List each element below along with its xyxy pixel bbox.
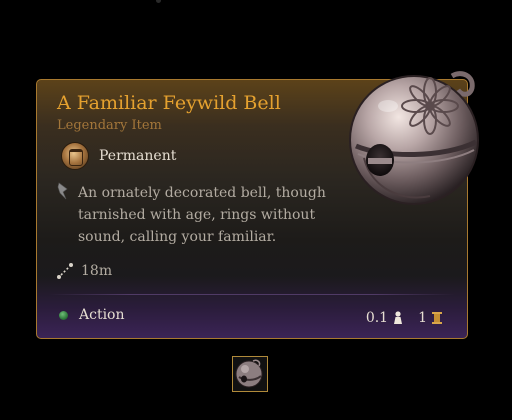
- action-label: Action: [79, 307, 125, 323]
- equipped-item-slot[interactable]: [232, 356, 268, 392]
- duration-row: Permanent: [61, 142, 176, 170]
- footer-divider: [49, 294, 455, 295]
- action-resource-icon: [59, 310, 68, 320]
- weight-icon: [394, 311, 403, 324]
- range-row: 18m: [55, 261, 112, 281]
- weight-value: 0.1: [365, 310, 389, 326]
- range-icon: [57, 263, 73, 279]
- quill-icon: [57, 182, 68, 200]
- equipped-item-slot-icon: [235, 359, 263, 388]
- range-value: 18m: [81, 263, 113, 279]
- item-rarity: Legendary Item: [57, 118, 162, 133]
- item-stats: 0.1 1: [366, 308, 443, 328]
- gold-coin-icon: [432, 312, 442, 324]
- action-row: Action: [59, 305, 125, 325]
- game-screen: A Familiar Feywild Bell Legendary Item P…: [0, 0, 512, 420]
- item-name: A Familiar Feywild Bell: [57, 92, 281, 114]
- cursor-hint: [156, 0, 161, 3]
- duration-label: Permanent: [99, 148, 177, 164]
- item-description: An ornately decorated bell, though tarni…: [78, 185, 326, 245]
- permanent-effect-icon: [61, 142, 89, 170]
- bell-item-icon: [349, 71, 479, 205]
- gold-value: 1: [418, 310, 427, 326]
